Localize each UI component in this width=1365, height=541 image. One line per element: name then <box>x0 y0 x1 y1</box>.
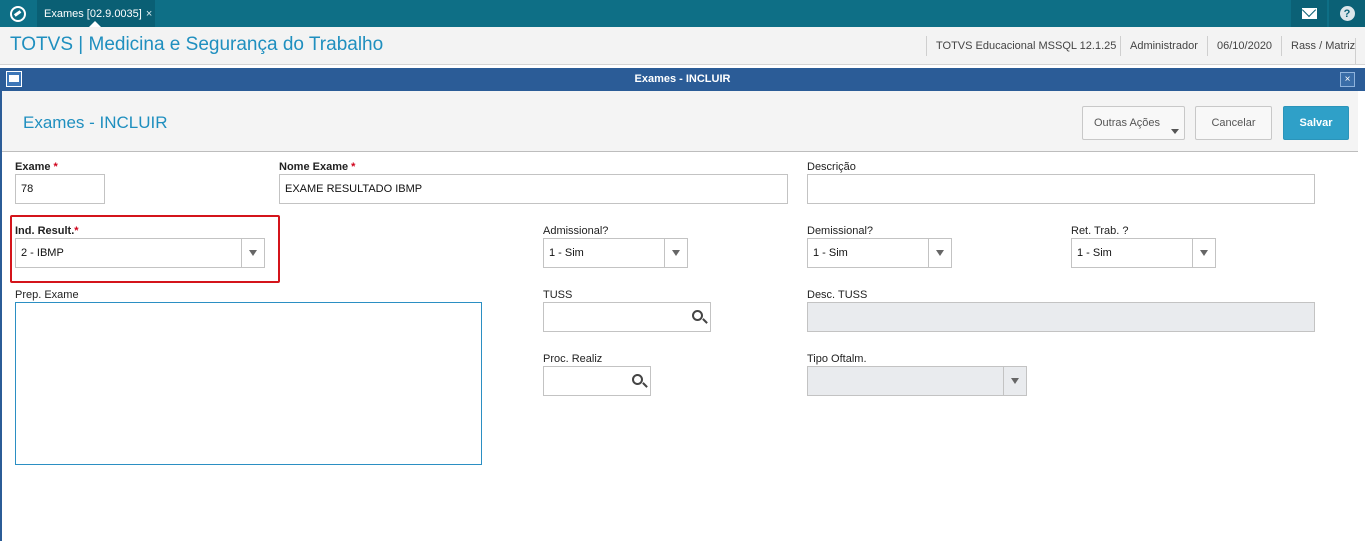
tab-exames[interactable]: Exames [02.9.0035] × <box>37 0 155 27</box>
form-title: Exames - INCLUIR <box>23 113 168 132</box>
desc-tuss-label: Desc. TUSS <box>807 289 868 301</box>
tuss-label: TUSS <box>543 289 573 301</box>
chevron-down-icon <box>1003 367 1026 395</box>
exame-input[interactable]: 78 <box>15 174 105 204</box>
prep-exame-label: Prep. Exame <box>15 289 79 301</box>
tuss-input[interactable] <box>543 302 711 332</box>
nome-exame-input[interactable]: EXAME RESULTADO IBMP <box>279 174 788 204</box>
nome-exame-value: EXAME RESULTADO IBMP <box>285 183 423 195</box>
mail-icon <box>1301 8 1317 19</box>
messages-button[interactable] <box>1291 0 1327 27</box>
chevron-down-icon[interactable] <box>928 239 951 267</box>
tipo-oftalm-label: Tipo Oftalm. <box>807 353 867 365</box>
demissional-value: 1 - Sim <box>813 247 848 259</box>
exame-label: Exame * <box>15 161 58 173</box>
app-header: TOTVS | Medicina e Segurança do Trabalho… <box>0 27 1365 65</box>
other-actions-button[interactable]: Outras Ações <box>1082 106 1185 140</box>
required-marker: * <box>351 161 356 173</box>
proc-realiz-label: Proc. Realiz <box>543 353 603 365</box>
tab-close-icon[interactable]: × <box>146 8 152 20</box>
demissional-select[interactable]: 1 - Sim <box>807 238 952 268</box>
nome-exame-label: Nome Exame * <box>279 161 356 173</box>
chevron-down-icon <box>1171 129 1179 134</box>
chevron-down-icon[interactable] <box>1192 239 1215 267</box>
app-title: TOTVS | Medicina e Segurança do Trabalho <box>10 34 384 55</box>
exame-value: 78 <box>21 183 34 195</box>
totvs-logo-icon <box>10 5 26 22</box>
other-actions-label: Outras Ações <box>1094 117 1161 129</box>
help-button[interactable]: ? <box>1329 0 1365 27</box>
cancel-button[interactable]: Cancelar <box>1195 106 1272 140</box>
demissional-label: Demissional? <box>807 225 874 237</box>
top-tab-bar: Exames [02.9.0035] × ? <box>0 0 1365 27</box>
header-right-strip <box>1355 38 1365 64</box>
window-close-icon[interactable]: × <box>1340 72 1355 87</box>
user-info: Administrador <box>1120 36 1207 56</box>
date-info: 06/10/2020 <box>1207 36 1281 56</box>
tipo-oftalm-select <box>807 366 1027 396</box>
highlight-box <box>10 215 280 283</box>
admissional-value: 1 - Sim <box>549 247 584 259</box>
desc-tuss-input <box>807 302 1315 332</box>
tab-label: Exames [02.9.0035] <box>44 7 142 20</box>
search-icon[interactable] <box>692 310 703 321</box>
save-label: Salvar <box>1299 117 1333 129</box>
save-button[interactable]: Salvar <box>1283 106 1349 140</box>
ret-trab-label: Ret. Trab. ? <box>1071 225 1129 237</box>
totvs-menu-button[interactable] <box>0 0 36 27</box>
ret-trab-select[interactable]: 1 - Sim <box>1071 238 1216 268</box>
descricao-label: Descrição <box>807 161 856 173</box>
window-title: Exames - INCLUIR <box>634 73 731 85</box>
required-marker: * <box>53 161 58 173</box>
window-icon <box>6 71 22 87</box>
prep-exame-textarea[interactable] <box>15 302 482 465</box>
branch-info: Rass / Matriz <box>1281 36 1364 56</box>
window-titlebar: Exames - INCLUIR × <box>0 68 1365 91</box>
proc-realiz-input[interactable] <box>543 366 651 396</box>
environment-info: TOTVS Educacional MSSQL 12.1.25 <box>926 36 1125 56</box>
descricao-input[interactable] <box>807 174 1315 204</box>
ret-trab-value: 1 - Sim <box>1077 247 1112 259</box>
admissional-select[interactable]: 1 - Sim <box>543 238 688 268</box>
chevron-down-icon[interactable] <box>664 239 687 267</box>
admissional-label: Admissional? <box>543 225 609 237</box>
cancel-label: Cancelar <box>1211 117 1256 129</box>
search-icon[interactable] <box>632 374 643 385</box>
help-icon: ? <box>1339 6 1355 21</box>
